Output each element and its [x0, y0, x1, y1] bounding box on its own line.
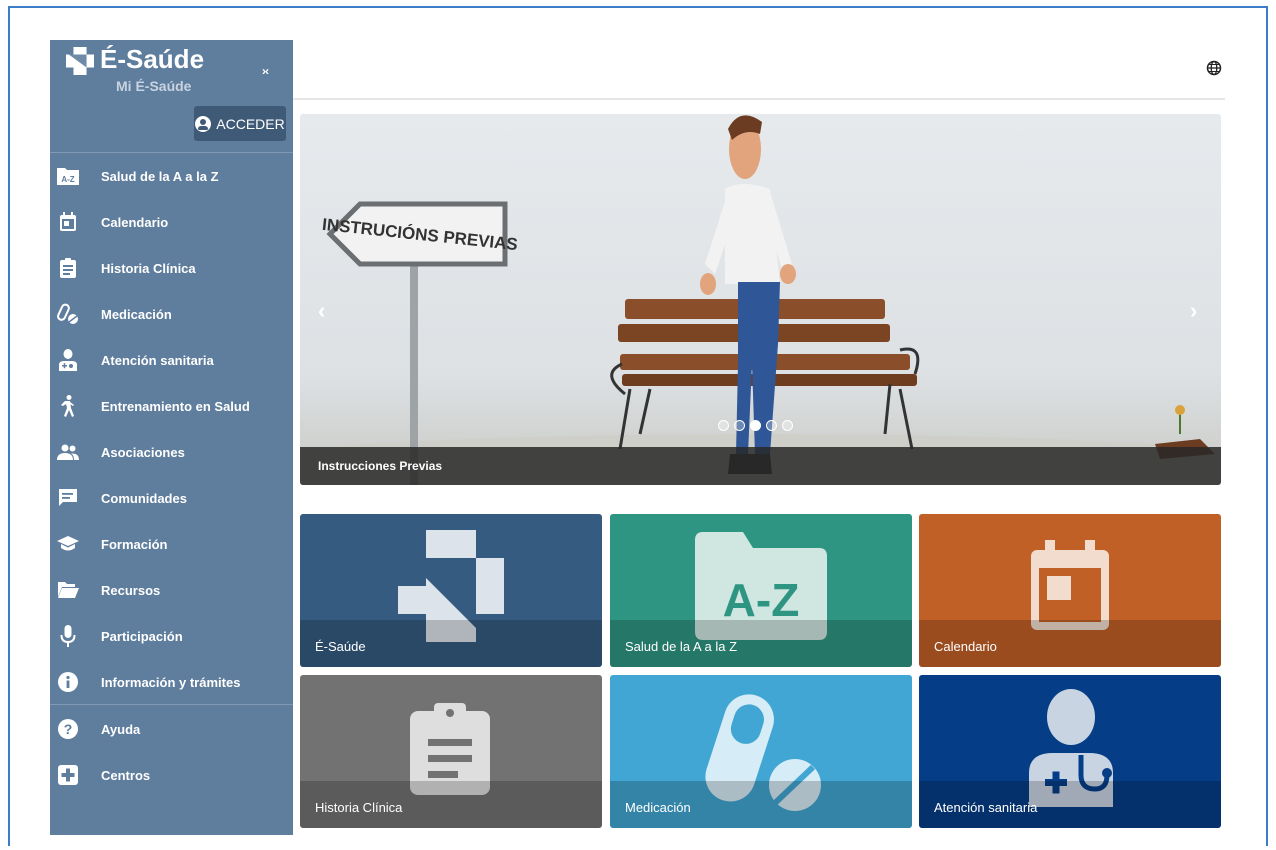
- carousel-caption-text: Instrucciones Previas: [318, 459, 443, 473]
- doctor-icon: [56, 348, 80, 372]
- brand-title: É-Saúde: [100, 44, 205, 74]
- tile-atencion-sanitaria[interactable]: Atención sanitaria: [919, 675, 1221, 828]
- carousel-dot[interactable]: [718, 420, 729, 431]
- pills-icon: [56, 302, 80, 326]
- tile-medicacion[interactable]: Medicación: [610, 675, 912, 828]
- carousel-dot[interactable]: [782, 420, 793, 431]
- az-folder-icon: A-Z: [56, 164, 80, 188]
- sidebar-item-label: Recursos: [101, 582, 161, 598]
- carousel-dot[interactable]: [766, 420, 777, 431]
- sidebar-item-label: Comunidades: [101, 490, 187, 506]
- top-bar: [293, 40, 1225, 100]
- sidebar-item-historia-clinica[interactable]: Historia Clínica: [50, 245, 293, 291]
- calendar-icon: [1031, 540, 1109, 630]
- graduation-cap-icon: [56, 532, 80, 556]
- sidebar-item-label: Historia Clínica: [101, 260, 196, 276]
- tile-esaude[interactable]: É-Saúde: [300, 514, 602, 667]
- brand[interactable]: É-Saúde Mi É-Saúde: [64, 44, 214, 96]
- svg-text:?: ?: [64, 721, 73, 737]
- tile-label: Medicación: [625, 800, 691, 815]
- sidebar-item-medicacion[interactable]: Medicación: [50, 291, 293, 337]
- sidebar-item-label: Atención sanitaria: [101, 352, 214, 368]
- sidebar-item-ayuda[interactable]: ? Ayuda: [50, 706, 293, 752]
- calendar-icon: [56, 210, 80, 234]
- info-icon: [56, 670, 80, 694]
- sidebar-item-formacion[interactable]: Formación: [50, 521, 293, 567]
- folder-open-icon: [56, 578, 80, 602]
- tile-label: Calendario: [934, 639, 997, 654]
- sidebar-item-label: Medicación: [101, 306, 172, 322]
- sidebar-item-informacion[interactable]: Información y trámites: [50, 659, 293, 705]
- carousel-indicators: [718, 420, 793, 431]
- sidebar-item-label: Centros: [101, 767, 151, 783]
- sidebar-item-label: Ayuda: [101, 721, 141, 737]
- carousel[interactable]: INSTRUCIÓNS PREVIAS ‹ › Instrucciones Pr…: [300, 114, 1221, 485]
- login-button[interactable]: ACCEDER: [194, 106, 286, 141]
- carousel-prev-button[interactable]: ‹: [318, 298, 325, 324]
- tile-label: Atención sanitaria: [934, 800, 1038, 815]
- tile-calendario[interactable]: Calendario: [919, 514, 1221, 667]
- browser-frame: É-Saúde Mi É-Saúde ›‹ ACCEDER A-Z Salud …: [8, 6, 1268, 846]
- carousel-dot-active[interactable]: [750, 420, 761, 431]
- svg-text:A-Z: A-Z: [61, 175, 74, 184]
- collapse-sidebar-button[interactable]: ›‹: [262, 64, 269, 78]
- user-circle-icon: [195, 115, 212, 132]
- sidebar-item-label: Entrenamiento en Salud: [101, 398, 250, 414]
- tile-label: Historia Clínica: [315, 800, 403, 815]
- group-icon: [56, 440, 80, 464]
- tile-historia-clinica[interactable]: Historia Clínica: [300, 675, 602, 828]
- sidebar-item-atencion-sanitaria[interactable]: Atención sanitaria: [50, 337, 293, 383]
- sidebar-item-salud-a-z[interactable]: A-Z Salud de la A a la Z: [50, 153, 293, 199]
- tile-label: Salud de la A a la Z: [625, 639, 738, 654]
- carousel-next-button[interactable]: ›: [1190, 298, 1197, 324]
- esaude-logo-icon: [66, 47, 94, 75]
- sidebar-item-centros[interactable]: Centros: [50, 752, 293, 798]
- az-icon-text: A-Z: [723, 574, 800, 626]
- chat-icon: [56, 486, 80, 510]
- login-label: ACCEDER: [216, 115, 285, 132]
- brand-subtitle: Mi É-Saúde: [116, 78, 192, 94]
- carousel-caption: Instrucciones Previas: [300, 447, 1221, 485]
- sidebar-item-label: Calendario: [101, 214, 169, 230]
- carousel-dot[interactable]: [734, 420, 745, 431]
- plus-square-icon: [56, 763, 80, 787]
- sidebar-item-asociaciones[interactable]: Asociaciones: [50, 429, 293, 475]
- sidebar: É-Saúde Mi É-Saúde ›‹ ACCEDER A-Z Salud …: [50, 40, 293, 835]
- sidebar-item-participacion[interactable]: Participación: [50, 613, 293, 659]
- divider: [50, 704, 293, 705]
- sidebar-item-recursos[interactable]: Recursos: [50, 567, 293, 613]
- help-icon: ?: [56, 717, 80, 741]
- sidebar-item-label: Asociaciones: [101, 444, 185, 460]
- sidebar-item-entrenamiento[interactable]: Entrenamiento en Salud: [50, 383, 293, 429]
- sidebar-item-label: Formación: [101, 536, 168, 552]
- sidebar-item-calendario[interactable]: Calendario: [50, 199, 293, 245]
- sidebar-item-label: Salud de la A a la Z: [101, 168, 219, 184]
- walking-icon: [56, 394, 80, 418]
- globe-language-icon[interactable]: [1206, 60, 1222, 76]
- sidebar-item-comunidades[interactable]: Comunidades: [50, 475, 293, 521]
- microphone-icon: [56, 624, 80, 648]
- sidebar-item-label: Participación: [101, 628, 183, 644]
- sidebar-item-label: Información y trámites: [101, 674, 241, 690]
- tile-label: É-Saúde: [315, 639, 366, 654]
- clipboard-icon: [56, 256, 80, 280]
- tile-salud-a-z[interactable]: A-Z Salud de la A a la Z: [610, 514, 912, 667]
